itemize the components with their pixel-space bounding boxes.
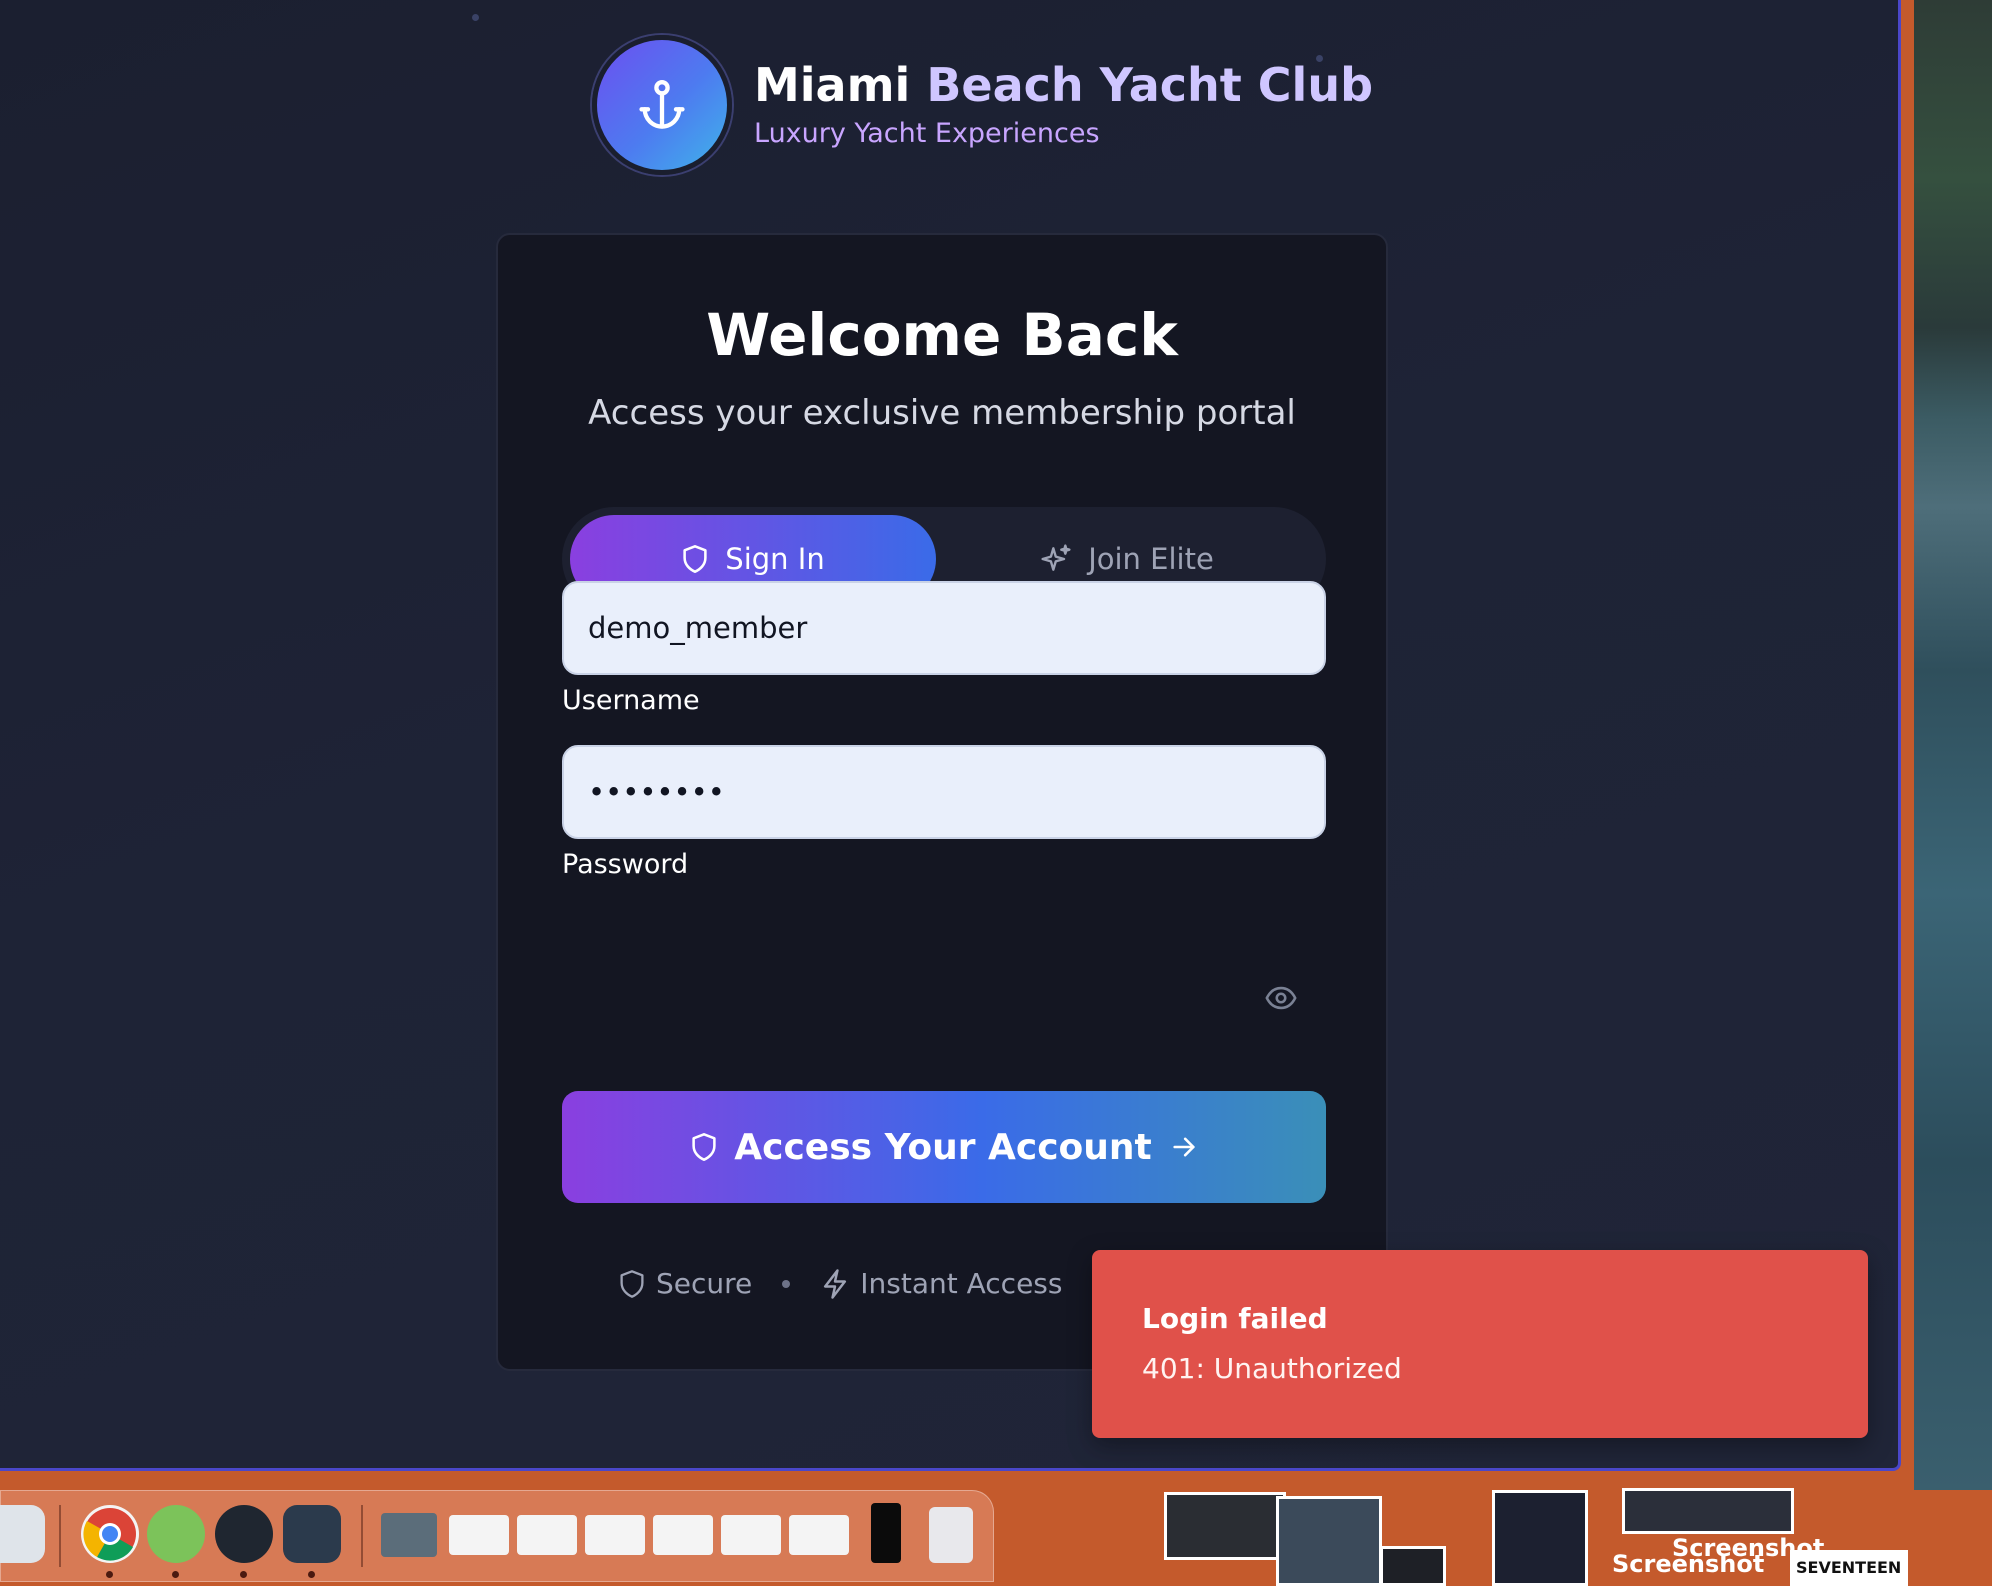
- toast-title: Login failed: [1142, 1302, 1328, 1335]
- chrome-icon[interactable]: [81, 1505, 139, 1563]
- card-subtitle: Access your exclusive membership portal: [588, 393, 1296, 433]
- brand-logo: [592, 34, 732, 175]
- running-indicator: [172, 1571, 179, 1578]
- cloud-add-icon[interactable]: [147, 1505, 205, 1563]
- dock: [0, 1490, 994, 1582]
- feature-secure: Secure: [618, 1267, 752, 1300]
- running-indicator: [106, 1571, 113, 1578]
- browser-window: Miami Beach Yacht Club Luxury Yacht Expe…: [0, 0, 1901, 1471]
- desktop-background: [1914, 0, 1992, 1490]
- arrow-right-icon: [1173, 1137, 1195, 1157]
- window-thumbnail[interactable]: [721, 1515, 781, 1555]
- brand-subtitle: Luxury Yacht Experiences: [754, 118, 1100, 150]
- feature-instant-access-label: Instant Access: [860, 1267, 1063, 1300]
- window-thumbnail[interactable]: [653, 1515, 713, 1555]
- feature-list: Secure Instant Access: [618, 1267, 1130, 1300]
- compass-app-icon[interactable]: [215, 1505, 273, 1563]
- error-toast[interactable]: Login failed 401: Unauthorized: [1092, 1250, 1868, 1438]
- feature-secure-label: Secure: [656, 1267, 753, 1300]
- access-account-button[interactable]: Access Your Account: [562, 1091, 1326, 1203]
- username-input[interactable]: [562, 581, 1326, 675]
- feature-separator: [782, 1279, 791, 1288]
- login-card: Welcome Back Access your exclusive membe…: [496, 233, 1388, 1371]
- tab-join-elite-label: Join Elite: [1088, 542, 1214, 576]
- brand-title: Miami Beach Yacht Club: [754, 57, 1373, 112]
- dock-divider: [361, 1505, 363, 1567]
- tab-sign-in-label: Sign In: [725, 542, 825, 576]
- desktop-file-thumbnail[interactable]: [1164, 1492, 1286, 1560]
- password-label: Password: [562, 849, 689, 880]
- background-dot: [472, 14, 479, 21]
- lightning-icon: [824, 1268, 847, 1299]
- desktop-file-label[interactable]: SEVENTEEN: [1796, 1558, 1901, 1577]
- access-account-label: Access Your Account: [734, 1126, 1152, 1168]
- trash-icon[interactable]: [929, 1507, 973, 1563]
- window-thumbnail[interactable]: [585, 1515, 645, 1555]
- quicktime-icon[interactable]: [283, 1505, 341, 1563]
- username-label: Username: [562, 685, 700, 716]
- brand-title-part1: Miami: [754, 57, 927, 112]
- desktop-file-thumbnail[interactable]: [1622, 1488, 1794, 1534]
- window-thumbnail[interactable]: [517, 1515, 577, 1555]
- window-thumbnail[interactable]: [789, 1515, 849, 1555]
- shield-icon: [692, 1133, 716, 1161]
- toast-message: 401: Unauthorized: [1142, 1352, 1402, 1385]
- dock-divider: [59, 1505, 61, 1567]
- desktop-file-thumbnail[interactable]: [1380, 1546, 1446, 1586]
- desktop-file-thumbnail[interactable]: [1492, 1490, 1588, 1586]
- window-thumbnail[interactable]: [449, 1515, 509, 1555]
- shield-icon: [683, 545, 707, 573]
- brand-title-part2: Beach Yacht Club: [926, 57, 1373, 112]
- dock-app-icon[interactable]: [0, 1505, 45, 1563]
- running-indicator: [308, 1571, 315, 1578]
- window-thumbnail[interactable]: [381, 1513, 437, 1557]
- eye-icon[interactable]: [1264, 981, 1298, 1015]
- desktop-file-thumbnail[interactable]: [1276, 1496, 1382, 1586]
- password-input[interactable]: [562, 745, 1326, 839]
- shield-icon: [620, 1269, 644, 1298]
- brand-header: Miami Beach Yacht Club Luxury Yacht Expe…: [592, 32, 1373, 177]
- window-thumbnail[interactable]: [871, 1503, 901, 1563]
- card-title: Welcome Back: [706, 301, 1178, 369]
- chrome-icon-graphic: [83, 1508, 136, 1561]
- feature-instant-access: Instant Access: [820, 1267, 1062, 1300]
- anchor-icon: [639, 79, 685, 129]
- running-indicator: [240, 1571, 247, 1578]
- sparkles-icon: [1041, 544, 1071, 571]
